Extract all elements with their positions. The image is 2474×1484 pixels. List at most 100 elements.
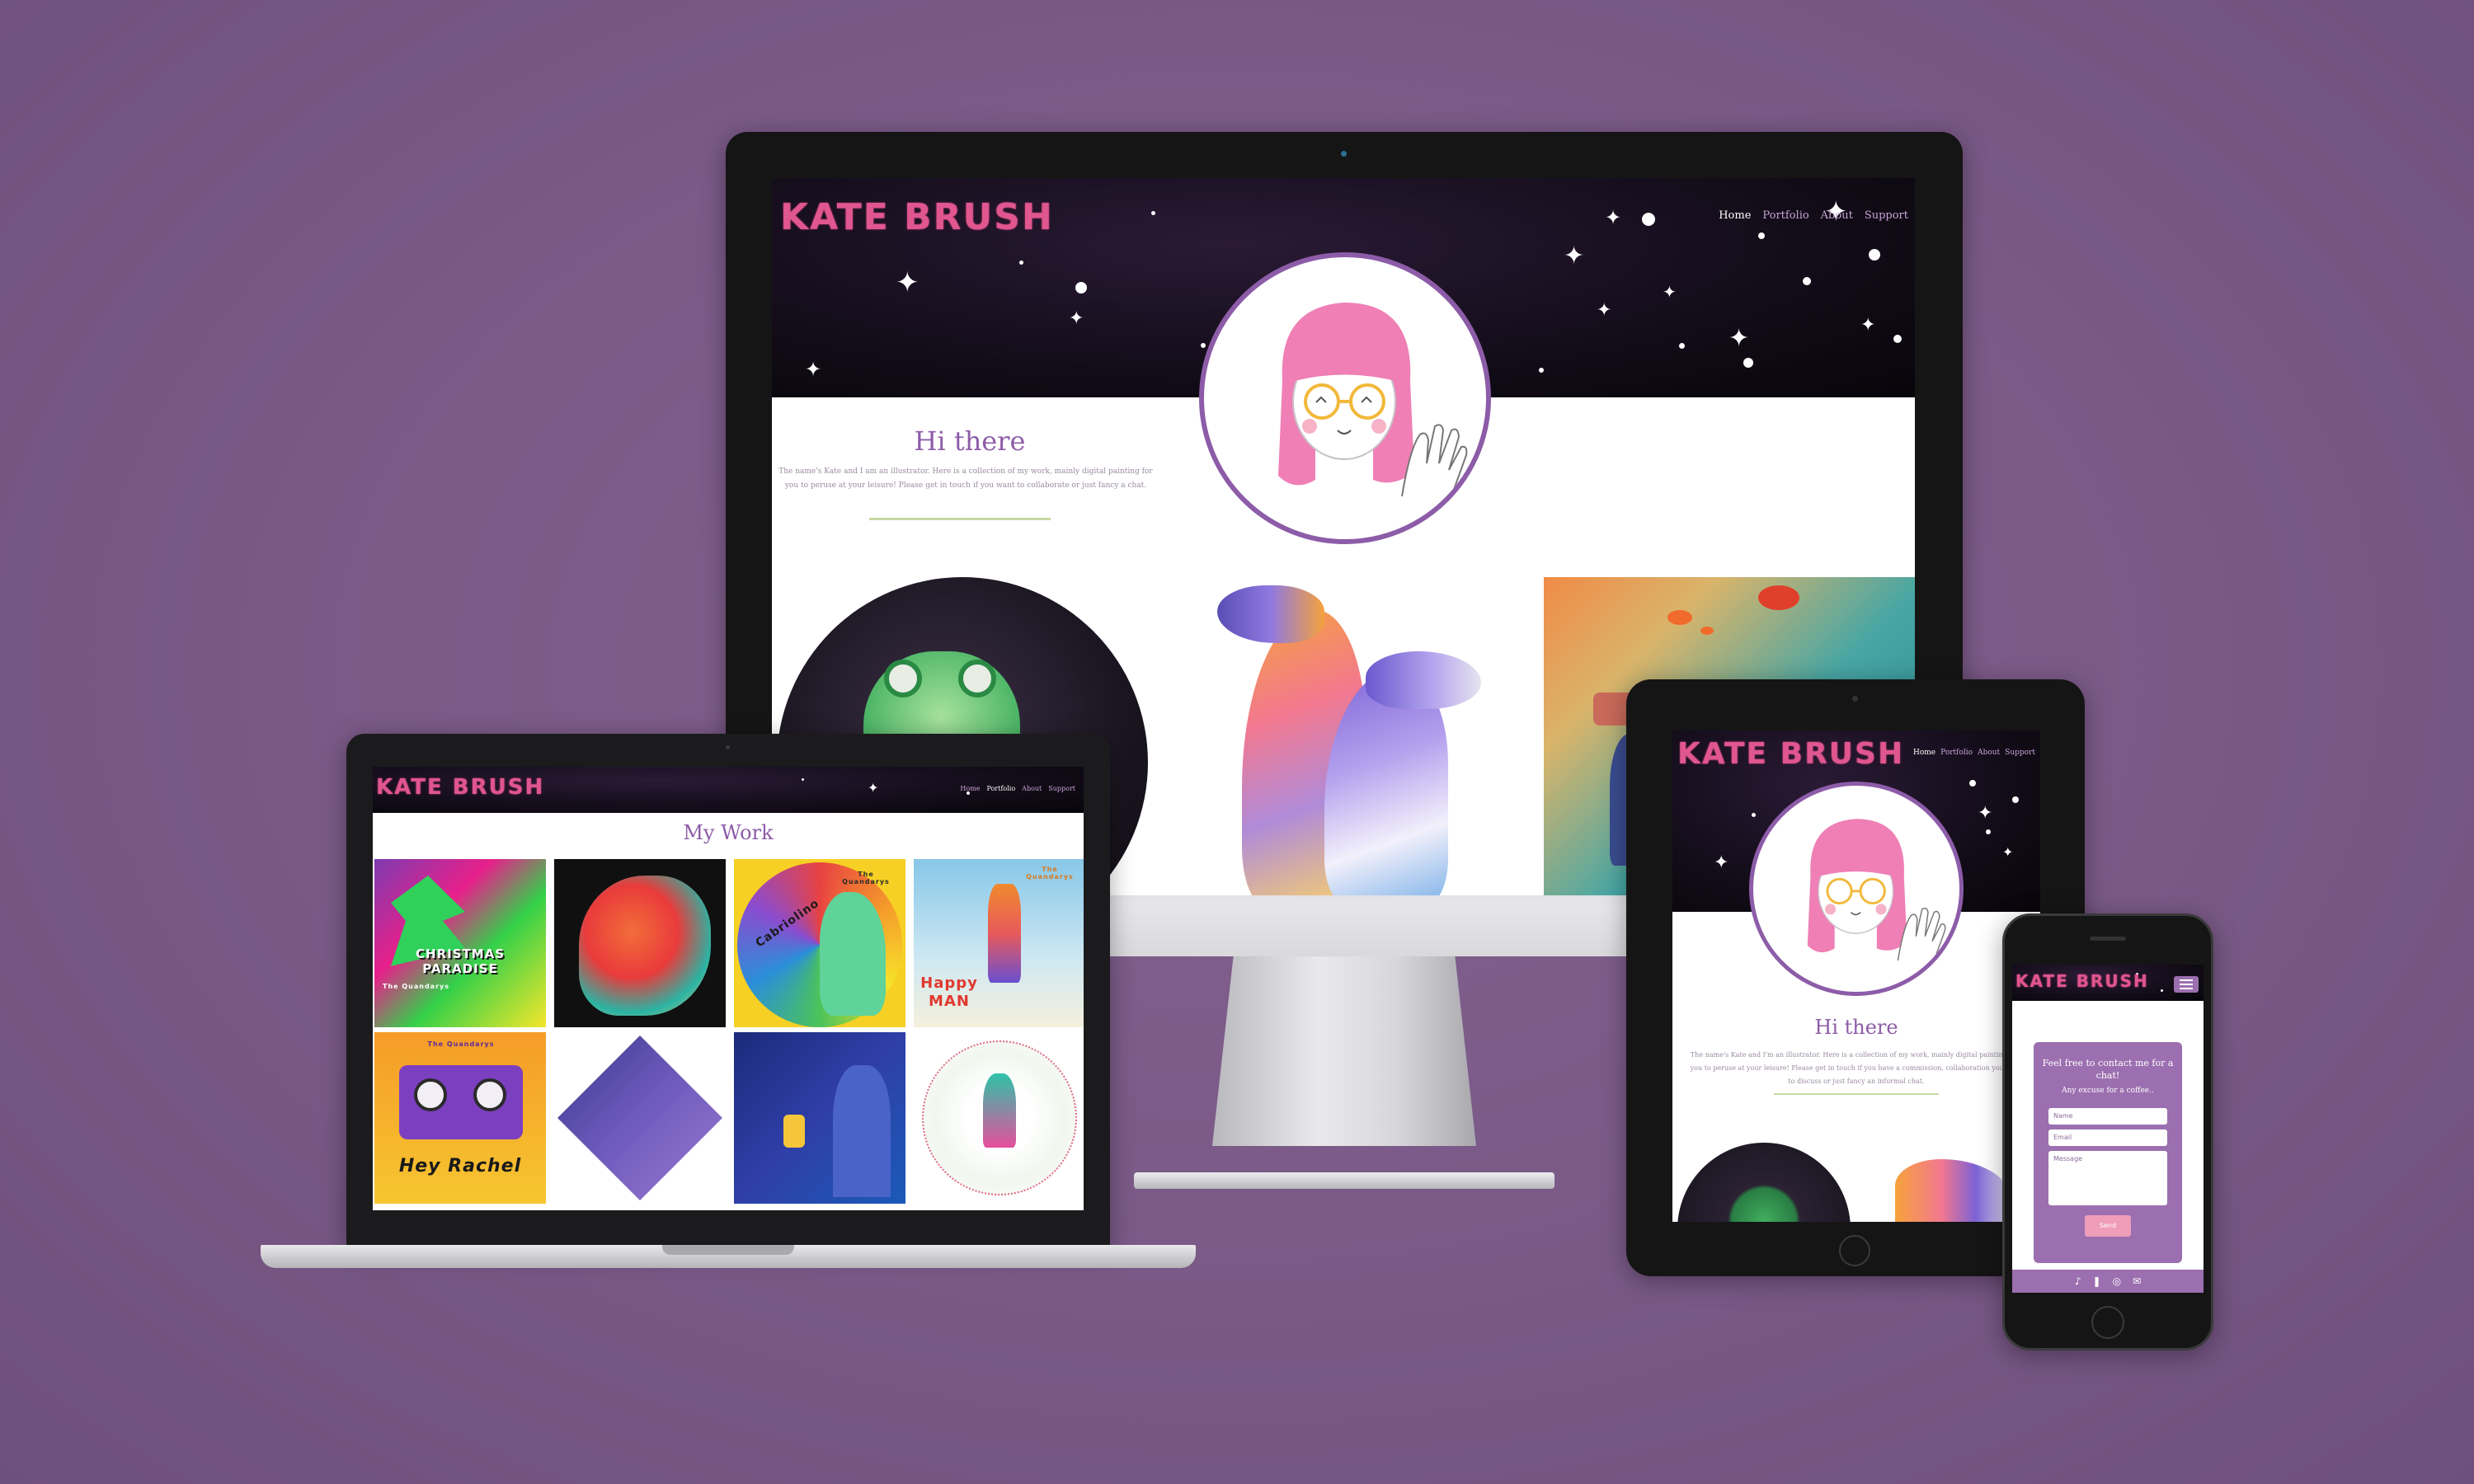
gallery-tile-christmas-paradise[interactable]: CHRISTMAS PARADISE The Quandarys (374, 859, 546, 1027)
greyhounds-artwork[interactable] (1895, 1159, 2011, 1222)
monitor-base (1134, 1172, 1554, 1189)
hi-divider (1774, 1093, 1939, 1095)
contact-subheading: Any excuse for a coffee.. (2062, 1087, 2154, 1095)
star-decoration: ✦ (1069, 308, 1084, 329)
nav-home[interactable]: Home (1913, 749, 1935, 757)
star-dot (1752, 813, 1756, 817)
patreon-icon[interactable]: ❚ (2093, 1275, 2101, 1287)
gallery-tile-mushroom-pattern[interactable] (914, 1032, 1084, 1204)
laptop-screen: ✦ KATE BRUSH Home Portfolio About Suppor… (373, 767, 1084, 1210)
site-logo[interactable]: KATE BRUSH (2015, 971, 2149, 991)
contact-heading: Feel free to contact me for a chat! (2042, 1058, 2174, 1081)
star-dot (802, 778, 804, 781)
name-field[interactable]: Name (2048, 1108, 2167, 1125)
star-dot (1803, 277, 1811, 285)
email-icon[interactable]: ✉ (2133, 1275, 2141, 1287)
site-nav: Home Portfolio About Support (960, 785, 1075, 792)
nav-support[interactable]: Support (1048, 785, 1075, 792)
tiktok-icon[interactable]: ♪ (2075, 1275, 2081, 1287)
hamburger-menu-button[interactable] (2174, 976, 2199, 993)
laptop: ✦ KATE BRUSH Home Portfolio About Suppor… (261, 734, 1196, 1278)
message-field[interactable]: Message (2048, 1151, 2167, 1205)
site-logo[interactable]: KATE BRUSH (376, 775, 544, 800)
nav-about[interactable]: About (1821, 209, 1853, 222)
tablet-home-button[interactable] (1839, 1235, 1870, 1266)
nav-home[interactable]: Home (960, 785, 980, 792)
band-name: The Quandarys (383, 983, 449, 990)
tablet-screen: ✦ ✦ ✦ KATE BRUSH Home Portfolio About Su… (1672, 730, 2040, 1222)
nav-support[interactable]: Support (1865, 209, 1908, 222)
my-work-title: My Work (683, 821, 774, 844)
phone: KATE BRUSH Feel free to contact me for a… (2002, 913, 2213, 1350)
star-decoration: ✦ (805, 358, 822, 381)
star-dot (1893, 335, 1902, 343)
star-decoration: ✦ (1605, 206, 1622, 229)
email-field[interactable]: Email (2048, 1129, 2167, 1146)
star-dot (2012, 796, 2019, 803)
star-decoration: ✦ (1860, 315, 1876, 336)
hi-divider (869, 518, 1051, 520)
star-dot (1969, 780, 1976, 787)
nav-about[interactable]: About (1022, 785, 1042, 792)
star-dot (1758, 232, 1765, 239)
gallery-tile-hey-rachel[interactable]: Hey Rachel The Quandarys (374, 1032, 546, 1204)
star-decoration: ✦ (2002, 844, 2014, 860)
nav-portfolio[interactable]: Portfolio (1762, 209, 1808, 222)
instagram-icon[interactable]: ◎ (2113, 1275, 2121, 1287)
gallery-tile-colorful-portrait[interactable] (554, 859, 726, 1027)
star-dot (2161, 989, 2163, 992)
star-dot (1986, 829, 1991, 834)
avatar-illustration (1278, 303, 1468, 497)
hi-title: Hi there (1814, 1016, 1898, 1039)
star-decoration: ✦ (1714, 852, 1729, 873)
star-decoration: ✦ (896, 266, 920, 299)
laptop-header: ✦ KATE BRUSH Home Portfolio About Suppor… (373, 767, 1084, 813)
contact-form: Feel free to contact me for a chat! Any … (2034, 1042, 2182, 1263)
star-dot (1539, 368, 1544, 373)
site-logo[interactable]: KATE BRUSH (1677, 737, 1904, 771)
band-name: The Quandarys (1026, 866, 1074, 881)
tablet-camera (1852, 696, 1858, 702)
avatar-illustration (1807, 819, 1946, 961)
star-dot (1679, 343, 1685, 349)
site-nav: Home Portfolio About Support (1913, 749, 2035, 757)
nav-portfolio[interactable]: Portfolio (1940, 749, 1973, 757)
star-decoration: ✦ (868, 780, 879, 796)
star-dot (1075, 282, 1087, 294)
phone-speaker (2090, 937, 2126, 941)
nav-support[interactable]: Support (2005, 749, 2035, 757)
gallery-tile-lantern-night[interactable] (734, 1032, 905, 1204)
star-decoration: ✦ (1978, 803, 1993, 824)
tile-title: Hey Rachel (398, 1156, 522, 1176)
hi-title: Hi there (914, 425, 1026, 457)
star-dot (1151, 211, 1155, 215)
phone-header: KATE BRUSH (2012, 965, 2204, 1001)
star-decoration: ✦ (1663, 282, 1677, 302)
greyhounds-artwork[interactable] (1201, 577, 1498, 895)
send-button[interactable]: Send (2085, 1215, 2131, 1237)
hi-intro-text: The name's Kate and I'm an illustrator. … (1690, 1051, 2023, 1085)
star-dot (1201, 343, 1206, 348)
star-dot (1869, 249, 1880, 261)
star-dot (1743, 358, 1753, 368)
nav-portfolio[interactable]: Portfolio (987, 785, 1016, 792)
monitor-camera (1341, 151, 1347, 157)
phone-screen: KATE BRUSH Feel free to contact me for a… (2012, 965, 2204, 1293)
nav-home[interactable]: Home (1719, 209, 1751, 222)
gallery-tile-cabriolino[interactable]: Cabriolino The Quandarys (734, 859, 905, 1027)
monitor-neck (1212, 956, 1476, 1146)
avatar (1199, 252, 1491, 544)
star-dot (1642, 213, 1655, 226)
avatar (1749, 782, 1964, 996)
star-decoration: ✦ (1729, 324, 1750, 353)
laptop-notch (662, 1245, 794, 1255)
nav-about[interactable]: About (1978, 749, 2000, 757)
star-dot (1019, 261, 1023, 265)
band-name: The Quandarys (427, 1040, 495, 1048)
hi-intro-text: The name's Kate and I am an illustrator.… (778, 467, 1153, 490)
gallery-tile-happy-man[interactable]: Happy MAN The Quandarys (914, 859, 1084, 1027)
gallery-tile-diamond-figure[interactable] (554, 1032, 726, 1204)
frog-artwork[interactable] (1677, 1143, 1851, 1222)
site-logo[interactable]: KATE BRUSH (780, 196, 1054, 238)
phone-home-button[interactable] (2091, 1306, 2124, 1339)
